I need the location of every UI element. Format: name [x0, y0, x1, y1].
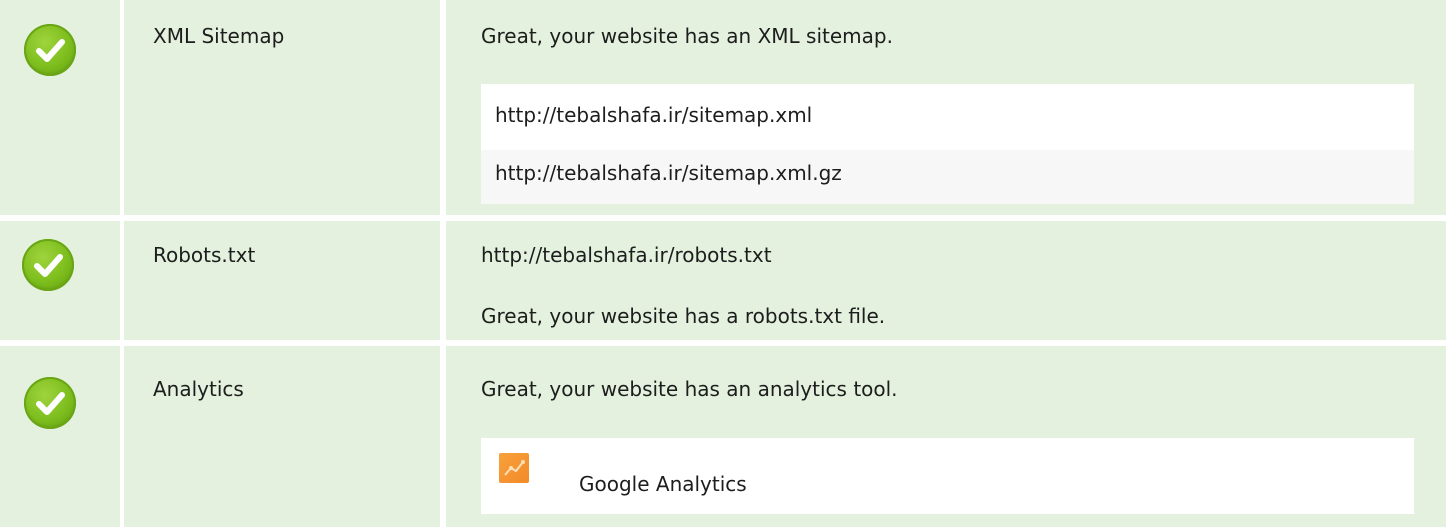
row-label: Robots.txt — [153, 243, 256, 267]
analytics-tool-list: Google Analytics — [481, 438, 1414, 514]
row-message: Great, your website has an XML sitemap. — [481, 24, 893, 48]
row-label: XML Sitemap — [153, 24, 285, 48]
check-circle-icon — [24, 24, 76, 76]
seo-results-table: XML Sitemap Great, your website has an X… — [0, 0, 1446, 527]
sitemap-url-list: http://tebalshafa.ir/sitemap.xml http://… — [481, 84, 1414, 204]
sitemap-url[interactable]: http://tebalshafa.ir/sitemap.xml — [481, 92, 1414, 138]
row-label: Analytics — [153, 377, 244, 401]
row-analytics-label-cell — [124, 346, 440, 527]
analytics-tool-name: Google Analytics — [579, 472, 747, 496]
row-analytics-status-cell — [0, 346, 120, 527]
google-analytics-icon — [499, 453, 529, 483]
row-message: Great, your website has an analytics too… — [481, 377, 898, 401]
sitemap-url[interactable]: http://tebalshafa.ir/sitemap.xml.gz — [481, 150, 1414, 204]
check-circle-icon — [24, 377, 76, 429]
robots-url[interactable]: http://tebalshafa.ir/robots.txt — [481, 243, 772, 267]
row-robots-label-cell — [124, 221, 440, 340]
check-circle-icon — [22, 239, 74, 291]
row-message: Great, your website has a robots.txt fil… — [481, 304, 886, 328]
